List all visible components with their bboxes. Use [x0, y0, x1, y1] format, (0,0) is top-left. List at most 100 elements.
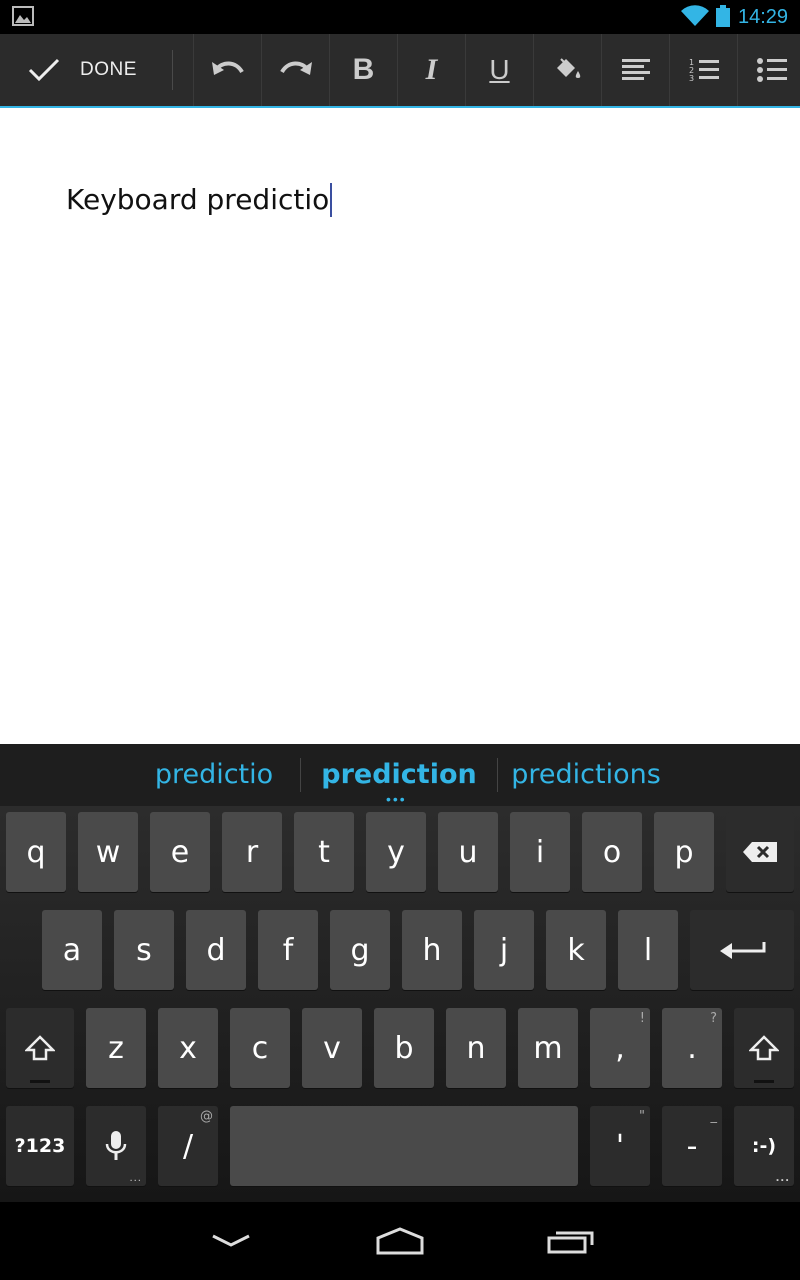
- key-period-hint: ?: [710, 1011, 717, 1026]
- numbered-list-button[interactable]: 1 2 3: [670, 34, 737, 106]
- hide-keyboard-icon: [212, 1234, 250, 1247]
- key-d[interactable]: d: [186, 910, 246, 990]
- smiley-key[interactable]: :-) ...: [734, 1106, 794, 1186]
- key-w[interactable]: w: [78, 812, 138, 892]
- recent-apps-icon: [547, 1231, 594, 1254]
- key-dash-label: -: [686, 1128, 698, 1164]
- shift-indicator: [754, 1080, 774, 1083]
- key-y[interactable]: y: [366, 812, 426, 892]
- backspace-key[interactable]: [726, 812, 794, 892]
- key-slash-hint: @: [200, 1109, 213, 1124]
- shift-icon: [25, 1035, 55, 1061]
- voice-input-key[interactable]: ...: [86, 1106, 146, 1186]
- toolbar-separator: [172, 50, 173, 90]
- done-button[interactable]: DONE: [0, 34, 172, 106]
- key-v[interactable]: v: [302, 1008, 362, 1088]
- shift-icon: [749, 1035, 779, 1061]
- key-e[interactable]: e: [150, 812, 210, 892]
- key-slash-label: /: [182, 1128, 194, 1164]
- home-icon: [376, 1227, 424, 1255]
- underline-icon: U: [489, 54, 510, 85]
- key-apostrophe[interactable]: ' ": [590, 1106, 650, 1186]
- microphone-icon: [105, 1131, 127, 1160]
- soft-keyboard: q w e r t y u i o p a s d f g h j k l z …: [0, 806, 800, 1202]
- bold-icon: B: [352, 53, 375, 86]
- fill-color-button[interactable]: [534, 34, 601, 106]
- key-s[interactable]: s: [114, 910, 174, 990]
- bold-button[interactable]: B: [330, 34, 397, 106]
- status-time: 14:29: [738, 6, 789, 28]
- redo-icon: [279, 61, 312, 75]
- underline-button[interactable]: U: [466, 34, 533, 106]
- smiley-key-label: :-): [751, 1135, 777, 1157]
- key-g[interactable]: g: [330, 910, 390, 990]
- redo-button[interactable]: [262, 34, 329, 106]
- image-notification-icon: [12, 6, 34, 26]
- key-f[interactable]: f: [258, 910, 318, 990]
- align-left-icon: [621, 59, 650, 80]
- status-bar: 14:29: [0, 0, 800, 34]
- key-a[interactable]: a: [42, 910, 102, 990]
- key-l[interactable]: l: [618, 910, 678, 990]
- bulleted-list-icon: [756, 58, 787, 82]
- recent-apps-button[interactable]: [516, 1202, 626, 1280]
- align-left-button[interactable]: [602, 34, 669, 106]
- document-text-line[interactable]: Keyboard predictio: [66, 182, 333, 218]
- paint-bucket-icon: [556, 58, 580, 78]
- key-period-label: .: [687, 1030, 697, 1066]
- key-m[interactable]: m: [518, 1008, 578, 1088]
- shift-key-left[interactable]: [6, 1008, 74, 1088]
- key-dash-hint: _: [710, 1109, 718, 1124]
- key-u[interactable]: u: [438, 812, 498, 892]
- backspace-icon: [743, 842, 777, 862]
- key-o[interactable]: o: [582, 812, 642, 892]
- more-suggestions-indicator[interactable]: •••: [386, 792, 407, 806]
- key-i[interactable]: i: [510, 812, 570, 892]
- document-editor[interactable]: Keyboard predictio: [0, 108, 800, 744]
- key-h[interactable]: h: [402, 910, 462, 990]
- checkmark-icon: [28, 58, 60, 82]
- enter-key[interactable]: [690, 910, 794, 990]
- key-comma-hint: !: [639, 1011, 645, 1026]
- editor-toolbar: DONE B I U 1 2 3: [0, 34, 800, 108]
- key-k[interactable]: k: [546, 910, 606, 990]
- key-p[interactable]: p: [654, 812, 714, 892]
- back-button[interactable]: [176, 1202, 286, 1280]
- shift-key-right[interactable]: [734, 1008, 794, 1088]
- text-cursor: [330, 183, 333, 217]
- undo-button[interactable]: [194, 34, 261, 106]
- done-label: DONE: [80, 59, 137, 80]
- key-q[interactable]: q: [6, 812, 66, 892]
- italic-button[interactable]: I: [398, 34, 465, 106]
- document-text: Keyboard predictio: [66, 183, 330, 216]
- suggestion-right[interactable]: predictions: [490, 744, 682, 806]
- key-x[interactable]: x: [158, 1008, 218, 1088]
- home-button[interactable]: [345, 1202, 455, 1280]
- key-dash[interactable]: - _: [662, 1106, 722, 1186]
- key-z[interactable]: z: [86, 1008, 146, 1088]
- key-period[interactable]: . ?: [662, 1008, 722, 1088]
- italic-icon: I: [425, 53, 438, 86]
- key-t[interactable]: t: [294, 812, 354, 892]
- key-comma[interactable]: , !: [590, 1008, 650, 1088]
- bulleted-list-button[interactable]: [738, 34, 800, 106]
- shift-indicator: [30, 1080, 50, 1083]
- undo-icon: [211, 61, 244, 75]
- symbols-key[interactable]: ?123: [6, 1106, 74, 1186]
- key-c[interactable]: c: [230, 1008, 290, 1088]
- key-slash[interactable]: / @: [158, 1106, 218, 1186]
- suggestion-left[interactable]: predictio: [114, 744, 314, 806]
- key-n[interactable]: n: [446, 1008, 506, 1088]
- navigation-bar: [0, 1202, 800, 1280]
- long-press-indicator: ...: [775, 1173, 790, 1184]
- key-b[interactable]: b: [374, 1008, 434, 1088]
- svg-text:3: 3: [689, 74, 694, 83]
- long-press-indicator: ...: [129, 1173, 142, 1184]
- key-apostrophe-hint: ": [639, 1109, 645, 1124]
- key-j[interactable]: j: [474, 910, 534, 990]
- enter-icon: [720, 942, 766, 959]
- key-comma-label: ,: [615, 1030, 625, 1066]
- space-bar[interactable]: [230, 1106, 578, 1186]
- key-r[interactable]: r: [222, 812, 282, 892]
- key-apostrophe-label: ': [615, 1128, 625, 1164]
